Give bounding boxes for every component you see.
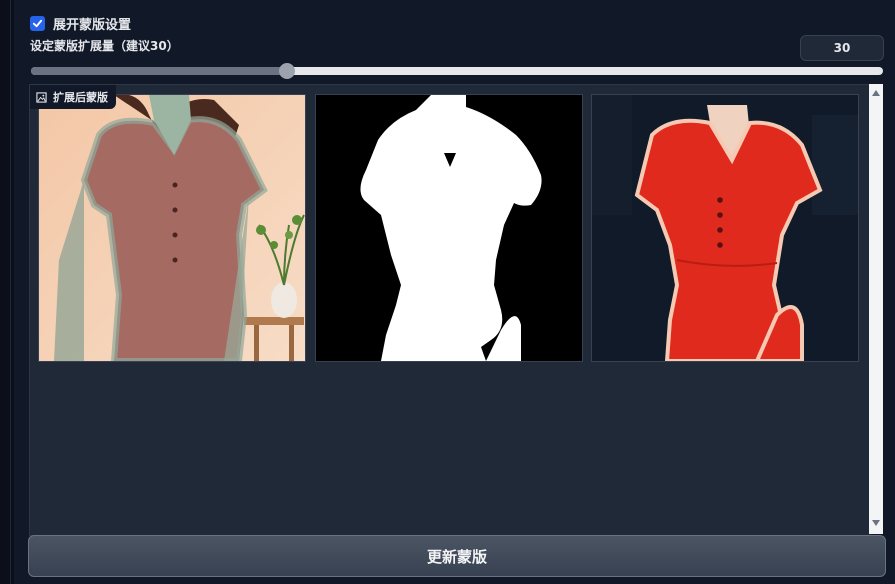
mask-expand-slider-label: 设定蒙版扩展量（建议30） — [30, 39, 179, 53]
slider-fill — [31, 67, 287, 75]
gallery-label: 扩展后蒙版 — [30, 85, 116, 109]
original-image — [39, 95, 305, 361]
mask-expand-number-input[interactable]: 30 — [800, 35, 884, 61]
scrollbar-thumb[interactable] — [871, 102, 881, 517]
check-icon — [32, 19, 43, 28]
gallery-scrollbar[interactable] — [869, 84, 883, 534]
gallery-image-original[interactable] — [38, 94, 306, 362]
left-edge — [0, 0, 11, 584]
slider-thumb[interactable] — [278, 63, 295, 79]
arrow-down-icon[interactable] — [872, 520, 880, 526]
mask-expand-slider[interactable] — [31, 63, 883, 79]
gallery-image-result[interactable] — [591, 94, 859, 362]
expand-mask-settings-row[interactable]: 展开蒙版设置 — [30, 14, 131, 33]
gallery-image-mask[interactable] — [315, 94, 583, 362]
result-image — [592, 95, 858, 361]
arrow-up-icon[interactable] — [872, 90, 880, 96]
expand-mask-checkbox[interactable] — [30, 16, 45, 31]
mask-image — [316, 95, 582, 361]
image-icon — [36, 91, 47, 103]
update-mask-button[interactable]: 更新蒙版 — [28, 535, 886, 577]
expand-mask-label: 展开蒙版设置 — [53, 18, 132, 33]
gallery-label-text: 扩展后蒙版 — [53, 91, 108, 104]
